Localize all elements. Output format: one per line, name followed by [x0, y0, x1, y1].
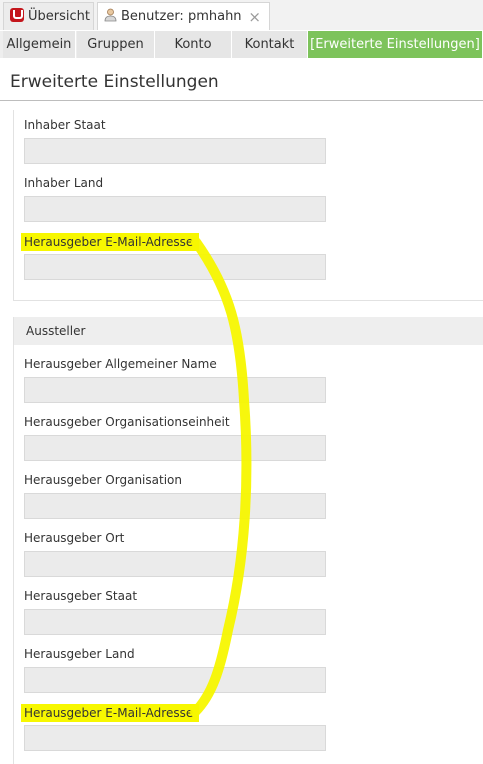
field-label: Herausgeber Land — [24, 647, 135, 661]
close-tab-icon[interactable]: × — [248, 3, 261, 31]
field-label-highlighted: Herausgeber E-Mail-Adresse — [21, 704, 200, 722]
tab-konto[interactable]: Konto — [155, 31, 232, 58]
herausgeber-ort-input[interactable] — [24, 551, 326, 577]
tab-overview[interactable]: Übersicht — [3, 2, 94, 30]
herausgeber-email-input-1[interactable] — [24, 254, 326, 280]
document-tab-bar: Übersicht Benutzer: pmhahn × — [0, 0, 483, 30]
field-label: Herausgeber Organisation — [24, 473, 182, 487]
herausgeber-orgeinheit-input[interactable] — [24, 435, 326, 461]
user-icon — [104, 8, 117, 22]
herausgeber-land-input[interactable] — [24, 667, 326, 693]
field-label: Herausgeber Allgemeiner Name — [24, 357, 217, 371]
tab-erweiterte-label: [Erweiterte Einstellungen] — [310, 37, 480, 52]
inhaber-staat-input[interactable] — [24, 138, 326, 164]
tab-user-label: Benutzer: pmhahn — [121, 9, 242, 24]
field-label: Herausgeber Ort — [24, 531, 125, 545]
tab-konto-label: Konto — [174, 37, 212, 52]
field-label-highlighted: Herausgeber E-Mail-Adresse — [21, 233, 200, 251]
tab-kontakt-label: Kontakt — [244, 37, 295, 52]
tab-kontakt[interactable]: Kontakt — [232, 31, 308, 58]
herausgeber-staat-input[interactable] — [24, 609, 326, 635]
tab-overview-label: Übersicht — [28, 9, 90, 24]
tab-allgemein-label: Allgemein — [6, 37, 72, 52]
page-title: Erweiterte Einstellungen — [10, 72, 219, 92]
herausgeber-name-input[interactable] — [24, 377, 326, 403]
inhaber-land-input[interactable] — [24, 196, 326, 222]
tab-erweiterte-einstellungen[interactable]: [Erweiterte Einstellungen] — [308, 31, 483, 58]
herausgeber-email-input-2[interactable] — [24, 725, 326, 751]
field-label: Inhaber Land — [24, 176, 104, 190]
title-divider — [0, 100, 483, 101]
univention-logo-icon — [10, 8, 24, 22]
herausgeber-organisation-input[interactable] — [24, 493, 326, 519]
tab-allgemein[interactable]: Allgemein — [3, 31, 76, 58]
tab-user-pmhahn[interactable]: Benutzer: pmhahn × — [97, 2, 270, 30]
field-label: Herausgeber Staat — [24, 589, 138, 603]
tab-gruppen[interactable]: Gruppen — [77, 31, 155, 58]
tab-gruppen-label: Gruppen — [87, 37, 144, 52]
module-tab-bar: Allgemein Gruppen Konto Kontakt [Erweite… — [0, 31, 483, 58]
field-label: Inhaber Staat — [24, 118, 106, 132]
field-label: Herausgeber Organisationseinheit — [24, 415, 230, 429]
issuer-section-header[interactable]: Aussteller — [14, 317, 483, 345]
